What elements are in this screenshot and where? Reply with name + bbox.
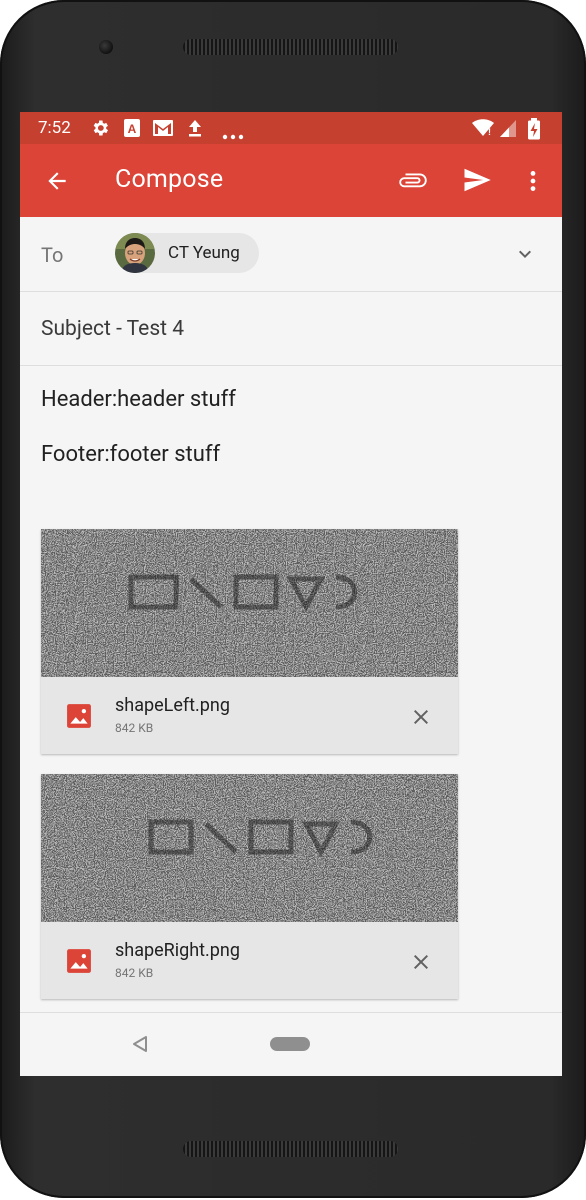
attachment-card[interactable]: shapeRight.png 842 KB [41, 774, 458, 999]
page-title: Compose [115, 165, 224, 194]
phone-frame: 7:52 A ! Compose To CT Yeung Subject - T… [0, 0, 586, 1198]
earpiece-speaker [183, 39, 398, 55]
svg-text:!: ! [488, 127, 491, 137]
attachment-card[interactable]: shapeLeft.png 842 KB [41, 529, 458, 754]
app-a-icon: A [123, 118, 141, 142]
bottom-speaker [183, 1141, 398, 1157]
divider [20, 365, 562, 366]
more-notifications-icon [222, 125, 244, 144]
signal-icon [499, 118, 517, 142]
body-line-header[interactable]: Header:header stuff [41, 387, 236, 412]
to-label: To [41, 243, 64, 267]
navigation-bar [20, 1013, 562, 1076]
image-file-icon [66, 703, 92, 733]
arrow-back-icon[interactable] [44, 168, 70, 198]
image-file-icon [66, 948, 92, 978]
nav-home-button[interactable] [270, 1037, 310, 1051]
avatar [115, 233, 155, 273]
wifi-icon: ! [472, 118, 494, 142]
to-row: To CT Yeung [20, 217, 562, 291]
settings-icon [90, 118, 110, 142]
upload-icon [186, 118, 204, 142]
attachment-name: shapeLeft.png [115, 695, 230, 716]
screen: 7:52 A ! Compose To CT Yeung Subject - T… [20, 112, 562, 1076]
subject-field[interactable]: Subject - Test 4 [41, 317, 184, 341]
chevron-down-icon[interactable] [513, 242, 537, 270]
more-vert-icon[interactable] [520, 166, 546, 200]
divider [20, 291, 562, 292]
app-bar: Compose [20, 144, 562, 217]
recipient-name: CT Yeung [168, 243, 240, 263]
attachment-preview-image [41, 774, 458, 922]
nav-back-icon[interactable] [131, 1035, 149, 1057]
gmail-icon [152, 118, 174, 142]
attachment-name: shapeRight.png [115, 940, 240, 961]
recipient-chip[interactable]: CT Yeung [115, 233, 259, 273]
close-icon[interactable] [409, 950, 433, 978]
send-icon[interactable] [461, 165, 493, 199]
battery-charging-icon [527, 118, 541, 144]
attachment-size: 842 KB [115, 721, 154, 735]
attachment-size: 842 KB [115, 966, 154, 980]
attachment-preview-image [41, 529, 458, 677]
front-camera [99, 40, 113, 54]
attach-icon[interactable] [398, 166, 428, 200]
status-bar: 7:52 A ! [20, 112, 562, 144]
close-icon[interactable] [409, 705, 433, 733]
status-time: 7:52 [38, 118, 71, 138]
body-line-footer[interactable]: Footer:footer stuff [41, 442, 220, 467]
svg-text:A: A [128, 122, 137, 136]
